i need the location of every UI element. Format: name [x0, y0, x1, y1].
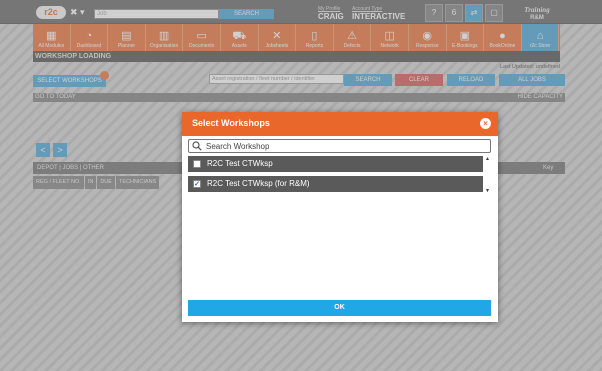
scroll-down-icon[interactable]: ▼ [485, 188, 490, 194]
search-icon [192, 141, 202, 151]
ok-button[interactable]: OK [188, 300, 491, 316]
workshop-search-placeholder: Search Workshop [206, 142, 270, 151]
workshop-label: R2C Test CTWksp (for R&M) [207, 179, 310, 188]
workshop-list: R2C Test CTWksp ✓ R2C Test CTWksp (for R… [188, 156, 491, 194]
workshop-checkbox[interactable]: ✓ [193, 180, 201, 188]
dialog-header: Select Workshops × [182, 112, 498, 136]
list-scrollbar[interactable]: ▲ ▼ [484, 156, 491, 194]
workshop-list-item[interactable]: R2C Test CTWksp [188, 156, 483, 172]
close-icon[interactable]: × [480, 118, 491, 129]
workshop-label: R2C Test CTWksp [207, 159, 273, 168]
dialog-title: Select Workshops [192, 118, 270, 128]
select-workshops-dialog: Select Workshops × Search Workshop R2C T… [182, 112, 498, 322]
workshop-search-input[interactable]: Search Workshop [188, 139, 491, 153]
workshop-list-item[interactable]: ✓ R2C Test CTWksp (for R&M) [188, 176, 483, 192]
scroll-up-icon[interactable]: ▲ [485, 156, 490, 162]
workshop-checkbox[interactable] [193, 160, 201, 168]
